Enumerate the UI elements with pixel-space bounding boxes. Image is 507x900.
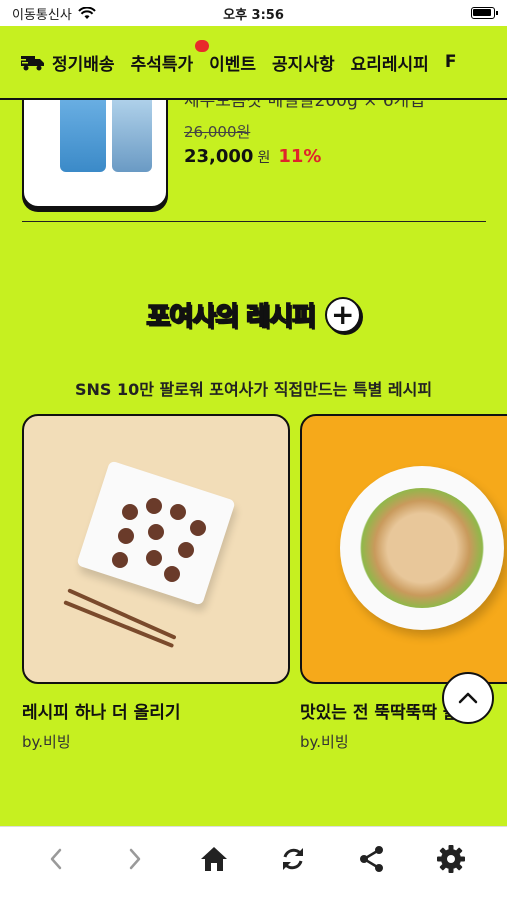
nav-item-notice[interactable]: 공지사항 xyxy=(272,50,335,75)
food-ball xyxy=(146,550,162,566)
nav-label-subscription: 정기배송 xyxy=(52,54,115,75)
truck-icon xyxy=(20,56,44,71)
status-left: 이동통신사 xyxy=(12,4,96,23)
category-nav: 정기배송 추석특가 이벤트 공지사항 요리레시피 F xyxy=(0,26,507,100)
food-ball xyxy=(190,520,206,536)
nav-label-recipes: 요리레시피 xyxy=(350,54,429,75)
food-ball xyxy=(164,566,180,582)
food-ball xyxy=(118,528,134,544)
food-ball xyxy=(146,498,162,514)
plus-icon: + xyxy=(331,297,355,331)
browser-toolbar xyxy=(0,826,507,900)
product-image[interactable] xyxy=(22,100,168,208)
food-ball xyxy=(122,504,138,520)
recipe-section-title: 포여사의 레시피 xyxy=(146,301,317,333)
battery-icon xyxy=(471,7,498,19)
new-badge-icon xyxy=(195,39,210,52)
refresh-button[interactable] xyxy=(269,835,317,883)
food-ball xyxy=(148,524,164,540)
scroll-top-button[interactable] xyxy=(442,672,494,724)
recipe-author: by.비빙 xyxy=(300,733,349,751)
main-content: 제주보돔찻 메밀쌀200g × 6개입 26,000원 23,000 원 11%… xyxy=(0,100,507,826)
recipe-section-subtitle: SNS 10만 팔로워 포여사가 직접만드는 특별 레시피 xyxy=(74,380,433,399)
back-icon xyxy=(50,848,61,869)
chopstick xyxy=(67,588,177,640)
recipe-image xyxy=(22,414,290,684)
salad-food xyxy=(360,488,484,608)
wifi-icon xyxy=(78,6,96,19)
back-button[interactable] xyxy=(32,835,80,883)
recipe-title: 레시피 하나 더 올리기 xyxy=(22,703,181,723)
original-price: 26,000원 xyxy=(184,123,251,141)
nav-label-notice: 공지사항 xyxy=(272,54,335,75)
nav-label-chuseok-sale: 추석특가 xyxy=(130,54,194,75)
recipe-author: by.비빙 xyxy=(22,733,71,751)
section-divider xyxy=(22,221,486,222)
settings-button[interactable] xyxy=(427,835,475,883)
refresh-icon xyxy=(283,847,304,870)
food-ball xyxy=(178,542,194,558)
product-info[interactable]: 제주보돔찻 메밀쌀200g × 6개입 26,000원 23,000 원 11% xyxy=(184,100,425,167)
settings-icon xyxy=(437,844,466,873)
price-row: 23,000 원 11% xyxy=(184,146,425,167)
share-button[interactable] xyxy=(348,835,396,883)
home-icon xyxy=(200,846,227,871)
nav-label-event: 이벤트 xyxy=(209,54,257,75)
nav-item-chuseok-sale[interactable]: 추석특가 xyxy=(130,39,210,75)
nav-item-overflow[interactable]: F xyxy=(445,52,457,72)
recipe-card[interactable]: 레시피 하나 더 올리기 by.비빙 xyxy=(22,414,290,752)
product-bag-image xyxy=(112,100,152,172)
product-bag-image xyxy=(60,100,106,172)
recipe-image xyxy=(300,414,507,684)
chevron-up-icon xyxy=(458,692,478,704)
carrier-label: 이동통신사 xyxy=(12,7,72,23)
forward-button[interactable] xyxy=(111,835,159,883)
status-bar: 이동통신사 오후 3:56 xyxy=(0,0,507,26)
recipe-more-button[interactable]: + xyxy=(324,296,361,333)
home-button[interactable] xyxy=(190,835,238,883)
food-ball xyxy=(170,504,186,520)
nav-item-subscription[interactable]: 정기배송 xyxy=(20,50,115,75)
share-icon xyxy=(360,845,384,872)
nav-label-overflow: F xyxy=(444,52,457,72)
sale-price: 23,000 xyxy=(184,146,254,167)
chopstick xyxy=(63,600,175,649)
discount-rate: 11% xyxy=(278,146,322,167)
price-unit: 원 xyxy=(257,150,271,166)
product-name: 제주보돔찻 메밀쌀200g × 6개입 xyxy=(184,100,425,111)
nav-item-event[interactable]: 이벤트 xyxy=(209,50,256,75)
recipe-section-header: 포여사의 레시피 + xyxy=(0,296,507,333)
nav-item-recipes[interactable]: 요리레시피 xyxy=(351,50,429,75)
food-ball xyxy=(112,552,128,568)
forward-icon xyxy=(129,848,140,869)
